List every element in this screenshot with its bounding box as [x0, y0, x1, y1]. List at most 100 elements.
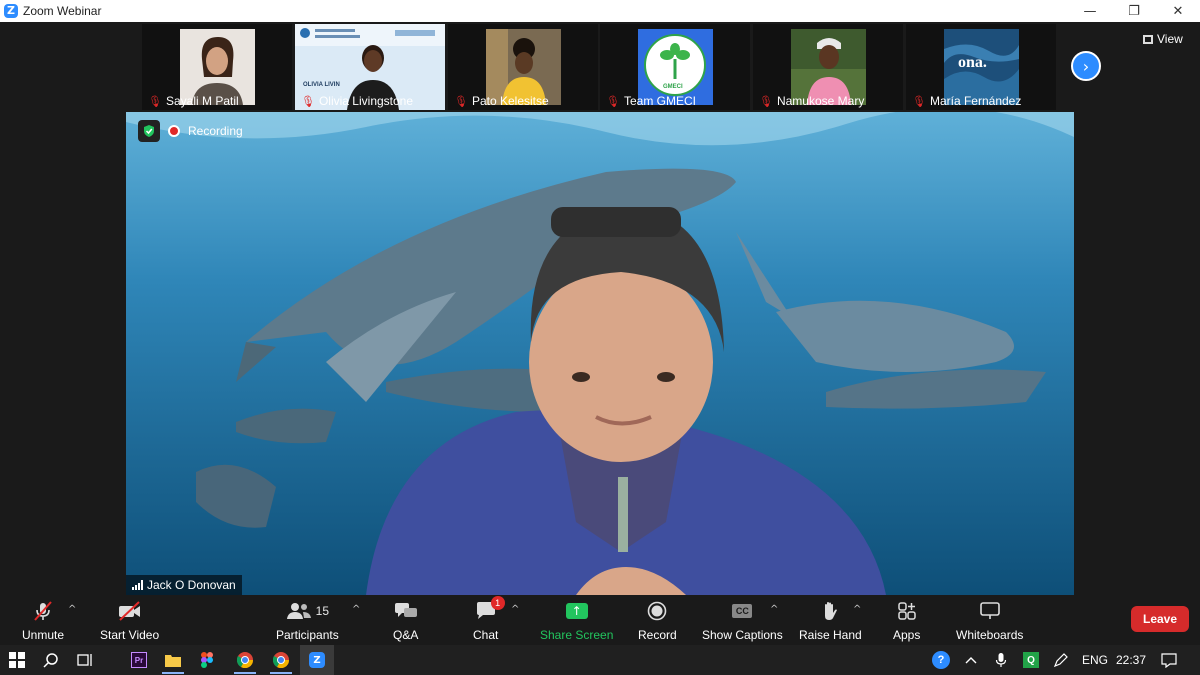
- record-label: Record: [638, 628, 677, 642]
- title-bar: Zoom Webinar — ❐ ✕: [0, 0, 1200, 22]
- security-shield-icon[interactable]: [138, 120, 160, 142]
- participant-name: Namukose Mary: [776, 94, 865, 108]
- participant-tile[interactable]: 🎙 Pato Kelesitse: [448, 24, 598, 110]
- participant-name: Sayali M Patil: [165, 94, 239, 108]
- restore-button[interactable]: ❐: [1112, 0, 1156, 22]
- chat-button[interactable]: 1 Chat: [473, 596, 505, 642]
- recording-label: Recording: [188, 124, 243, 138]
- start-video-button[interactable]: Start Video: [100, 600, 159, 642]
- participant-name: María Fernández: [929, 94, 1022, 108]
- hand-icon: [821, 600, 839, 622]
- window-title: Zoom Webinar: [23, 4, 102, 18]
- raise-hand-label: Raise Hand: [799, 628, 862, 642]
- meeting-toolbar: Unmute ^ Start Video 15 Participants ^ Q…: [0, 596, 1200, 644]
- slide-text: OLIVIA LIVIN: [303, 82, 340, 88]
- share-screen-icon: ↑: [565, 600, 588, 622]
- participant-name: Team GMECI: [623, 94, 696, 108]
- chat-unread-badge: 1: [490, 596, 505, 610]
- search-icon[interactable]: [42, 651, 60, 669]
- tray-expand-icon[interactable]: [962, 651, 980, 669]
- participant-tile[interactable]: OLIVIA LIVIN 🎙 Olivia Livingstone: [295, 24, 445, 110]
- view-label: View: [1157, 32, 1183, 46]
- pen-icon[interactable]: [1052, 651, 1070, 669]
- notifications-icon[interactable]: [1160, 651, 1178, 669]
- language-indicator[interactable]: ENG: [1082, 653, 1108, 667]
- record-button[interactable]: Record: [638, 600, 677, 642]
- participants-label: Participants: [276, 628, 339, 642]
- apps-button[interactable]: Apps: [893, 600, 920, 642]
- apps-icon: [897, 600, 917, 622]
- chat-caret-icon[interactable]: ^: [511, 604, 519, 615]
- mic-muted-icon: 🎙: [759, 94, 773, 108]
- record-icon: [647, 600, 667, 622]
- logo-text: GMECI: [663, 84, 683, 90]
- chat-label: Chat: [473, 628, 499, 642]
- underwater-virtual-background: [126, 112, 1074, 595]
- mic-muted-icon: 🎙: [301, 94, 315, 108]
- participant-tile[interactable]: ona. 🎙 María Fernández: [906, 24, 1056, 110]
- mic-muted-icon: 🎙: [606, 94, 620, 108]
- mic-muted-icon: 🎙: [148, 94, 162, 108]
- help-icon[interactable]: ?: [932, 651, 950, 669]
- whiteboards-label: Whiteboards: [956, 628, 1024, 642]
- whiteboard-icon: [979, 600, 1001, 622]
- file-explorer-icon[interactable]: [164, 651, 182, 669]
- active-app-indicator: [270, 672, 292, 674]
- whiteboards-button[interactable]: Whiteboards: [956, 600, 1023, 642]
- participants-caret-icon[interactable]: ^: [352, 604, 360, 615]
- mic-muted-icon: [32, 600, 54, 622]
- participants-icon: 15: [286, 600, 329, 622]
- qa-button[interactable]: Q&A: [393, 600, 418, 642]
- mic-muted-icon: 🎙: [454, 94, 468, 108]
- view-button[interactable]: View: [1143, 32, 1183, 46]
- logo-text: ona.: [958, 54, 987, 71]
- chrome-icon[interactable]: [236, 651, 254, 669]
- windows-taskbar: Pr Z ? Q ENG 22:37: [0, 645, 1200, 675]
- participants-count: 15: [315, 604, 330, 618]
- start-video-label: Start Video: [100, 628, 160, 642]
- windows-start-icon[interactable]: [8, 651, 26, 669]
- leave-button[interactable]: Leave: [1131, 606, 1189, 632]
- apps-label: Apps: [893, 628, 921, 642]
- chat-icon: 1: [475, 596, 505, 622]
- audio-options-caret-icon[interactable]: ^: [68, 604, 76, 615]
- chrome-icon[interactable]: [272, 651, 290, 669]
- participant-tile[interactable]: 🎙 Namukose Mary: [753, 24, 903, 110]
- video-off-icon: [117, 600, 143, 622]
- captions-caret-icon[interactable]: ^: [770, 604, 778, 615]
- participant-name: Olivia Livingstone: [318, 94, 414, 108]
- participant-tile[interactable]: GMECI 🎙 Team GMECI: [600, 24, 750, 110]
- signal-bars-icon: [132, 580, 143, 590]
- qa-label: Q&A: [393, 628, 419, 642]
- close-button[interactable]: ✕: [1156, 0, 1200, 22]
- clock[interactable]: 22:37: [1116, 653, 1146, 667]
- next-page-button[interactable]: ›: [1071, 51, 1101, 81]
- premiere-app-icon[interactable]: Pr: [130, 651, 148, 669]
- participant-name: Pato Kelesitse: [471, 94, 549, 108]
- reactions-caret-icon[interactable]: ^: [853, 604, 861, 615]
- microphone-icon[interactable]: [992, 651, 1010, 669]
- share-screen-label: Share Screen: [540, 628, 614, 642]
- speaker-name: Jack O Donovan: [147, 578, 236, 592]
- qa-icon: [394, 600, 418, 622]
- show-captions-label: Show Captions: [702, 628, 783, 642]
- figma-icon[interactable]: [198, 651, 216, 669]
- closed-captions-icon: CC: [732, 600, 753, 622]
- zoom-logo-icon: [4, 4, 18, 18]
- participant-gallery: 🎙 Sayali M Patil OLIVIA LIVIN 🎙 Olivia Liv…: [0, 22, 1200, 112]
- speaker-video: Recording Jack O Donovan: [126, 112, 1074, 595]
- recording-indicator[interactable]: Recording: [138, 120, 243, 142]
- mic-muted-icon: 🎙: [912, 94, 926, 108]
- share-screen-button[interactable]: ↑ Share Screen: [540, 600, 613, 642]
- participant-tile[interactable]: 🎙 Sayali M Patil: [142, 24, 292, 110]
- task-view-icon[interactable]: [76, 651, 94, 669]
- minimize-button[interactable]: —: [1068, 0, 1112, 22]
- unmute-label: Unmute: [22, 628, 65, 642]
- participants-button[interactable]: 15 Participants: [276, 600, 339, 642]
- speaker-name-label: Jack O Donovan: [126, 575, 242, 595]
- q-app-tray-icon[interactable]: Q: [1022, 651, 1040, 669]
- active-app-indicator: [234, 672, 256, 674]
- zoom-taskbar-icon[interactable]: Z: [300, 645, 334, 675]
- unmute-button[interactable]: Unmute: [22, 600, 64, 642]
- active-app-indicator: [162, 672, 184, 674]
